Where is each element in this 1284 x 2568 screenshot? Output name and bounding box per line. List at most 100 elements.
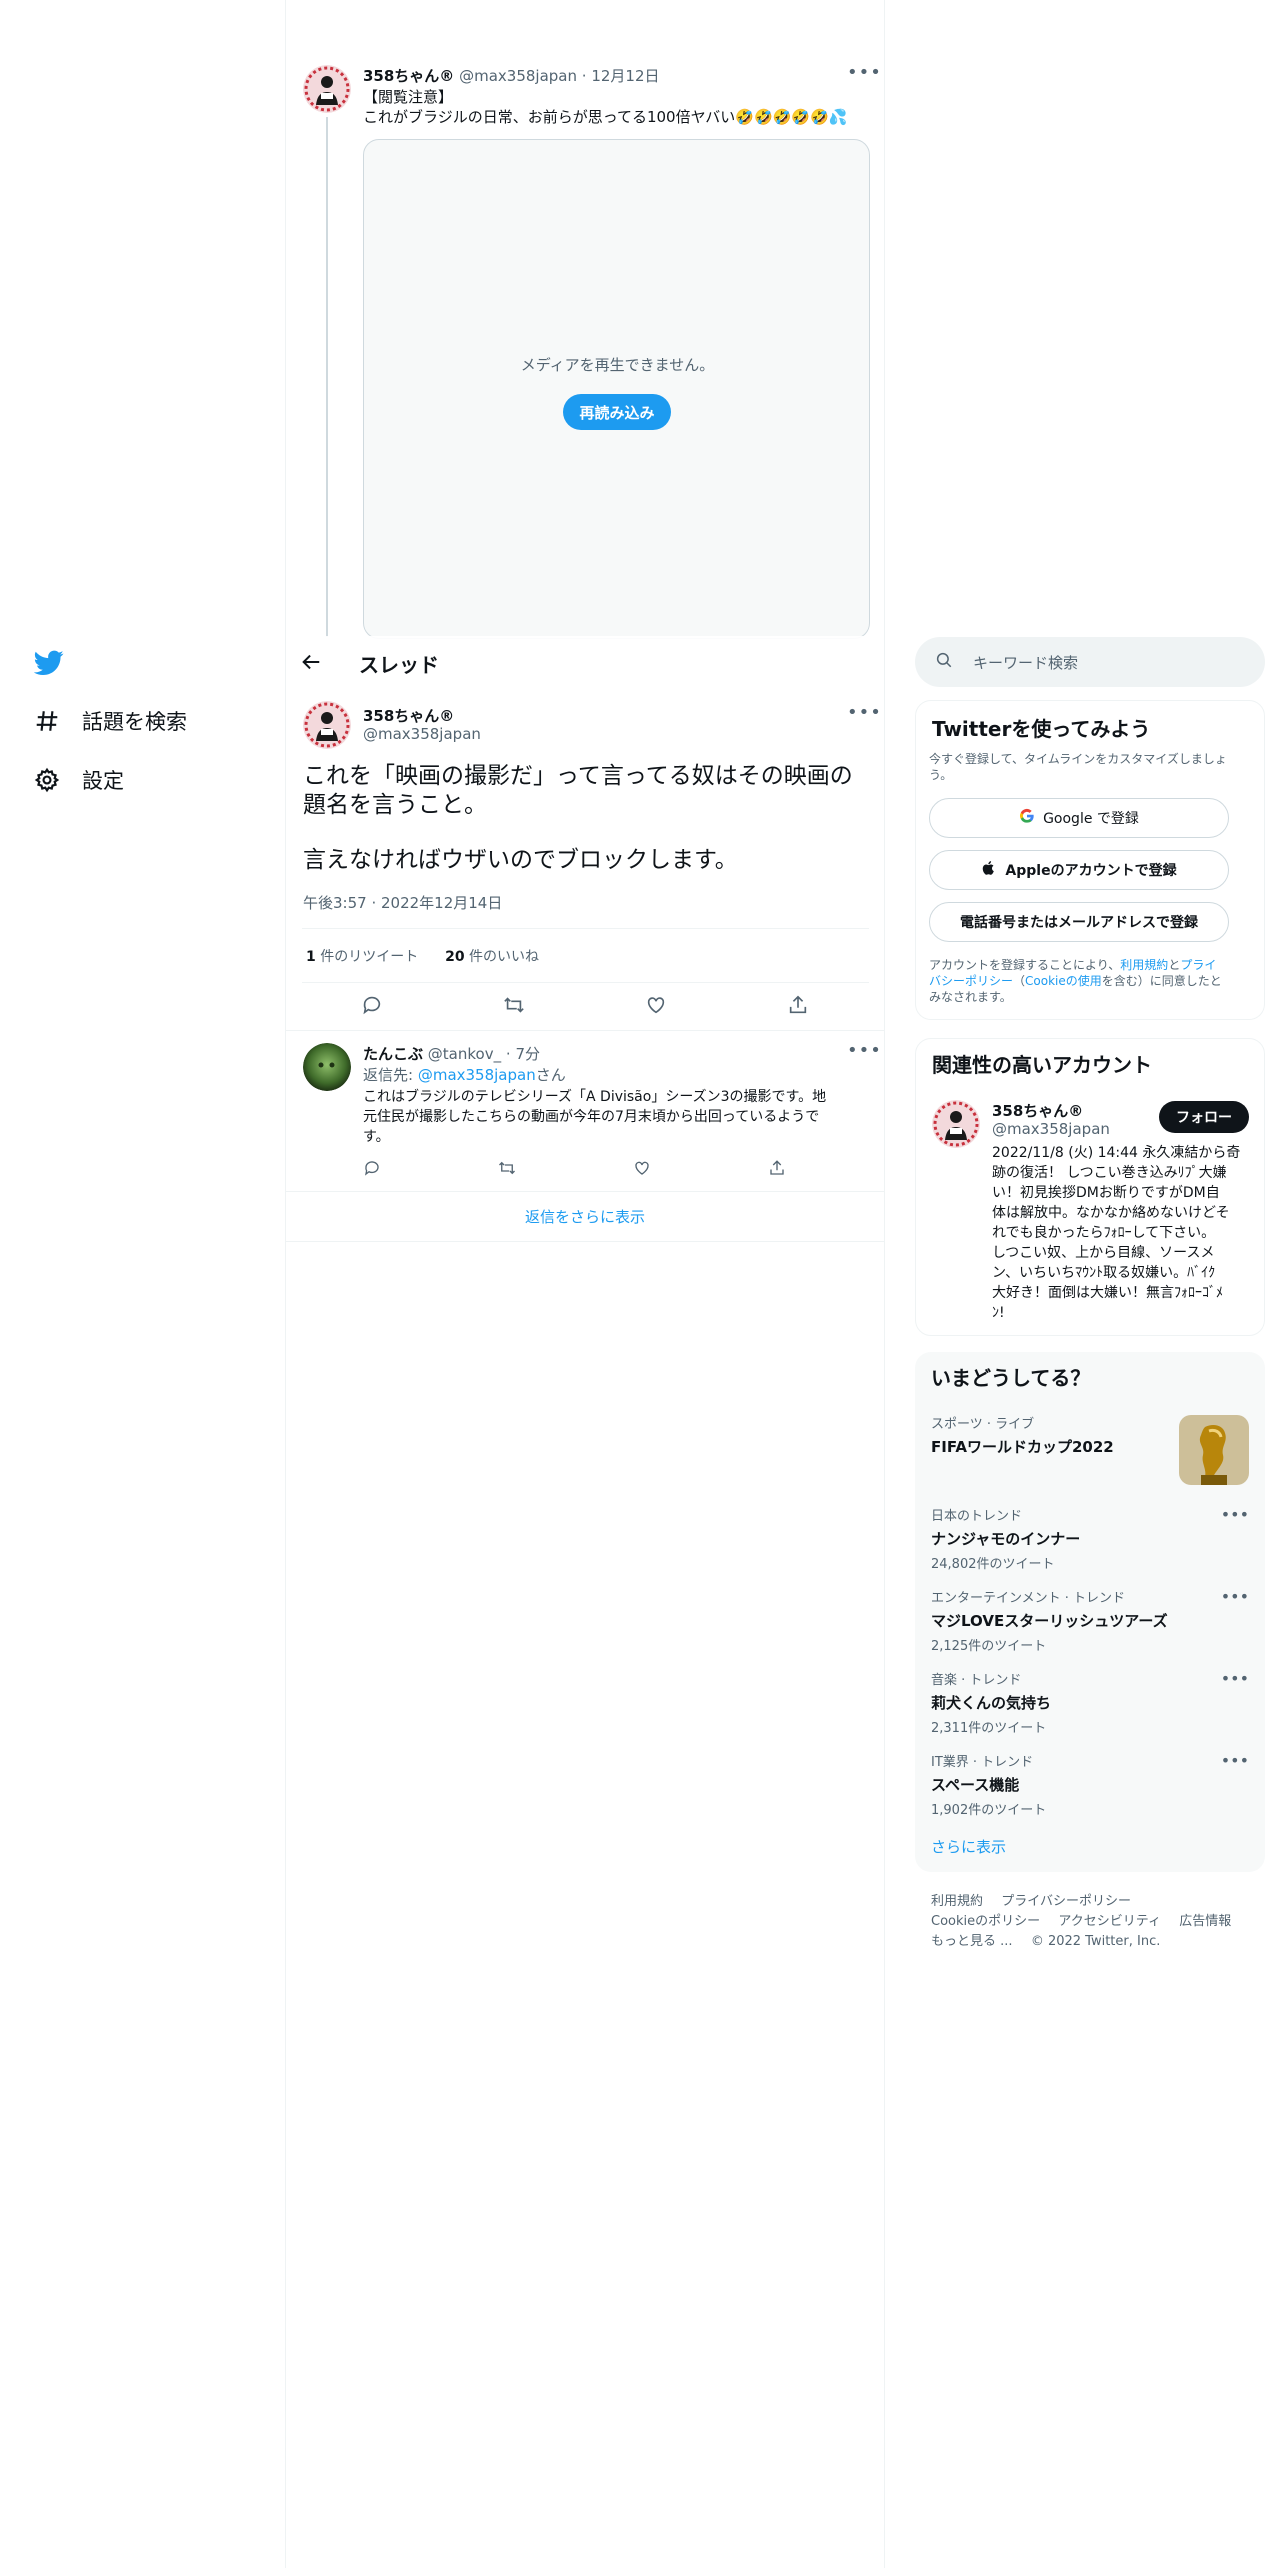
author-handle[interactable]: @max358japan	[459, 67, 577, 85]
like-icon[interactable]	[645, 994, 667, 1016]
bio-line: しつこい奴、上から目線、ソースメ	[992, 1245, 1215, 1261]
legal-text: を含む）に同意したと	[1101, 974, 1222, 988]
account-name[interactable]: 358ちゃん®	[992, 1100, 1083, 1121]
account-handle[interactable]: @max358japan	[992, 1120, 1110, 1138]
avatar[interactable]	[932, 1100, 980, 1148]
signup-panel: Twitterを使ってみよう 今すぐ登録して、タイムラインをカスタマイズしましょ…	[915, 700, 1265, 1020]
avatar[interactable]	[303, 65, 351, 113]
nav-item-explore[interactable]: 話題を検索	[34, 706, 187, 736]
back-arrow-icon[interactable]	[300, 651, 322, 677]
author-handle[interactable]: @tankov_	[428, 1045, 501, 1063]
bio-line: ン、いちいちﾏｳﾝﾄ取る奴嫌い。ﾊﾞｲｸ	[992, 1265, 1216, 1281]
cookie-link[interactable]: Cookieの使用	[1025, 974, 1102, 988]
gear-icon	[34, 767, 60, 793]
share-icon[interactable]	[768, 1159, 786, 1177]
bio-line: 2022/11/8 (火) 14:44 永久凍結から奇	[992, 1145, 1241, 1161]
author-handle[interactable]: @max358japan	[363, 725, 481, 743]
bio-line: 跡の復活！ しつこい巻き込みﾘﾌﾟ大嫌	[992, 1165, 1227, 1181]
retweet-count[interactable]: 1	[306, 949, 316, 965]
google-logo-icon	[1019, 808, 1035, 828]
media-error-message: メディアを再生できません。	[520, 356, 715, 374]
trend-item[interactable]: 音楽 · トレンド 莉犬くんの気持ち 2,311件のツイート •••	[931, 1669, 1249, 1736]
thread-connector-line	[326, 117, 328, 637]
tweet-date[interactable]: 12月12日	[591, 67, 659, 85]
trend-category: 音楽 · トレンド	[931, 1673, 1022, 1688]
footer-cookie-link[interactable]: Cookieのポリシー	[931, 1914, 1040, 1929]
author-name[interactable]: 358ちゃん®	[363, 67, 454, 85]
privacy-link[interactable]: バシーポリシー	[929, 974, 1013, 988]
page-title: スレッド	[359, 653, 439, 677]
signup-subtitle: 今すぐ登録して、タイムラインをカスタマイズしましょ う。	[929, 751, 1227, 783]
retweet-icon[interactable]	[498, 1159, 516, 1177]
bio-line: 体は解放中。なかなか絡めないけどそ	[992, 1205, 1230, 1221]
more-options-icon[interactable]: •••	[1221, 1505, 1249, 1524]
retweet-label[interactable]: 件のリツイート	[320, 949, 418, 965]
tweet-text-line: 題名を言うこと。	[303, 792, 487, 818]
follow-button[interactable]: フォロー	[1159, 1101, 1249, 1133]
tweet-text-line: 元住民が撮影したこちらの動画が今年の7月末頃から出回っているようで	[363, 1109, 820, 1125]
footer-ads-link[interactable]: 広告情報	[1179, 1914, 1231, 1929]
trend-category: 日本のトレンド	[931, 1509, 1023, 1524]
reply-icon[interactable]	[363, 1159, 381, 1177]
trend-count: 1,902件のツイート	[931, 1803, 1047, 1818]
reply-header: たんこぶ @tankov_ · 7分	[363, 1043, 540, 1064]
search-input[interactable]: キーワード検索	[915, 637, 1265, 687]
retweet-icon[interactable]	[503, 994, 525, 1016]
footer-privacy-link[interactable]: プライバシーポリシー	[1001, 1894, 1131, 1909]
author-name[interactable]: 358ちゃん®	[363, 705, 454, 726]
like-icon[interactable]	[633, 1159, 651, 1177]
footer-accessibility-link[interactable]: アクセシビリティ	[1058, 1914, 1161, 1929]
trend-name: ナンジャモのインナー	[931, 1530, 1081, 1548]
terms-link[interactable]: 利用規約	[1120, 958, 1168, 972]
privacy-link[interactable]: プライ	[1180, 958, 1216, 972]
subtitle-line: 今すぐ登録して、タイムラインをカスタマイズしましょ	[929, 752, 1227, 766]
more-options-icon[interactable]: •••	[1221, 1587, 1249, 1606]
google-signup-button[interactable]: Google で登録	[929, 798, 1229, 838]
tweet-text-line: 【閲覧注意】	[363, 88, 454, 106]
trend-item[interactable]: IT業界 · トレンド スペース機能 1,902件のツイート •••	[931, 1751, 1249, 1818]
apple-logo-icon	[981, 860, 997, 880]
tweet-timestamp[interactable]: 午後3:57 · 2022年12月14日	[303, 892, 502, 913]
trend-item[interactable]: エンターテインメント · トレンド マジLOVEスターリッシュツアーズ 2,12…	[931, 1587, 1249, 1654]
author-name[interactable]: たんこぶ	[363, 1045, 423, 1063]
reply-icon[interactable]	[361, 994, 383, 1016]
trend-item[interactable]: 日本のトレンド ナンジャモのインナー 24,802件のツイート •••	[931, 1505, 1249, 1572]
like-label[interactable]: 件のいいね	[469, 949, 539, 965]
more-options-icon[interactable]: •••	[847, 702, 882, 723]
trends-title: いまどうしてる？	[931, 1366, 1091, 1390]
apple-signup-button[interactable]: Appleのアカウントで登録	[929, 850, 1229, 890]
legal-text: と	[1168, 958, 1181, 972]
phone-email-signup-button[interactable]: 電話番号またはメールアドレスで登録	[929, 902, 1229, 942]
trend-name: マジLOVEスターリッシュツアーズ	[931, 1612, 1168, 1630]
related-title: 関連性の高いアカウント	[932, 1053, 1152, 1077]
footer-terms-link[interactable]: 利用規約	[931, 1894, 983, 1909]
reload-button[interactable]: 再読み込み	[563, 394, 671, 430]
tweet-text: これはブラジルのテレビシリーズ「A Divisão」シーズン3の撮影です。地 元…	[363, 1087, 826, 1147]
more-options-icon[interactable]: •••	[847, 62, 882, 83]
nav-item-settings[interactable]: 設定	[34, 765, 124, 795]
trend-count: 2,311件のツイート	[931, 1721, 1047, 1736]
avatar[interactable]	[303, 701, 351, 749]
share-icon[interactable]	[787, 994, 809, 1016]
reply-to-handle[interactable]: @max358japan	[418, 1066, 536, 1084]
show-more-trends-link[interactable]: さらに表示	[931, 1836, 1006, 1857]
tweet-text-line: これはブラジルのテレビシリーズ「A Divisão」シーズン3の撮影です。地	[363, 1089, 827, 1105]
avatar[interactable]	[303, 1043, 351, 1091]
show-more-replies-link[interactable]: 返信をさらに表示	[286, 1206, 884, 1227]
tweet-time[interactable]: 7分	[515, 1045, 540, 1063]
tweet-text: 【閲覧注意】 これがブラジルの日常、お前らが思ってる100倍ヤバい🤣🤣🤣🤣🤣💦	[363, 87, 847, 127]
more-options-icon[interactable]: •••	[847, 1040, 882, 1061]
tweet-text-line: これがブラジルの日常、お前らが思ってる100倍ヤバい🤣🤣🤣🤣🤣💦	[363, 108, 848, 126]
trend-item-featured[interactable]: スポーツ · ライブ FIFAワールドカップ2022	[931, 1413, 1249, 1485]
divider	[286, 1030, 884, 1031]
legal-text: （	[1013, 974, 1026, 988]
more-options-icon[interactable]: •••	[1221, 1669, 1249, 1688]
footer-more-link[interactable]: もっと見る ...	[931, 1934, 1013, 1949]
trend-count: 2,125件のツイート	[931, 1639, 1047, 1654]
tweet-text-line: す。	[363, 1129, 390, 1145]
tweet-text-line: 言えなければウザいのでブロックします。	[303, 847, 738, 873]
twitter-bird-icon[interactable]	[34, 650, 64, 676]
like-count[interactable]: 20	[445, 949, 464, 965]
media-player[interactable]: メディアを再生できません。 再読み込み	[363, 139, 870, 639]
more-options-icon[interactable]: •••	[1221, 1751, 1249, 1770]
